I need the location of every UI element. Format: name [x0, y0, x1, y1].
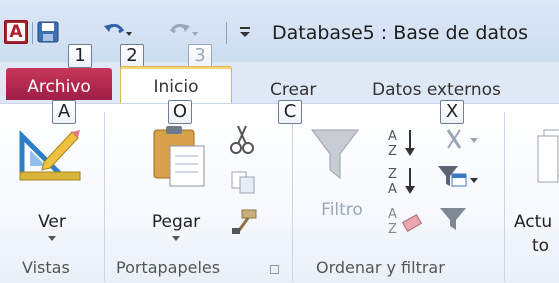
sort-ascending-icon[interactable]: A Z: [386, 126, 426, 162]
tab-archivo[interactable]: Archivo: [6, 68, 112, 100]
tab-datos-externos[interactable]: Datos externos: [372, 74, 501, 104]
group-label-vistas: Vistas: [22, 258, 70, 277]
actualizar-label-1[interactable]: Actu: [514, 212, 552, 232]
keytip-3: 3: [188, 44, 212, 68]
group-separator: [504, 112, 505, 282]
view-icon[interactable]: [18, 126, 84, 186]
keytip-1: 1: [68, 44, 92, 68]
filter-icon[interactable]: [310, 126, 360, 190]
paste-icon[interactable]: [150, 124, 212, 192]
svg-text:A: A: [388, 182, 397, 196]
title-bar: A Database5 : Base de datos 1 2 3: [0, 0, 559, 68]
group-separator: [104, 112, 105, 282]
window-title: Database5 : Base de datos: [272, 22, 528, 44]
ver-button[interactable]: Ver: [28, 212, 76, 232]
sort-descending-icon[interactable]: Z A: [386, 164, 426, 200]
svg-text:A: A: [388, 207, 397, 222]
pegar-dropdown-icon[interactable]: [172, 236, 180, 241]
toggle-filter-icon[interactable]: [438, 204, 468, 236]
tab-crear-label: Crear: [270, 80, 317, 100]
advanced-filter-icon[interactable]: [436, 162, 480, 196]
keytip-crear: C: [278, 100, 302, 124]
qat-separator: [226, 22, 227, 44]
cut-icon[interactable]: [228, 124, 256, 160]
tab-inicio[interactable]: Inicio: [120, 66, 232, 104]
filtro-button[interactable]: Filtro: [314, 200, 370, 220]
save-icon[interactable]: [36, 18, 60, 46]
keytip-inicio: O: [168, 100, 192, 124]
svg-text:Z: Z: [388, 167, 397, 182]
app-access-icon[interactable]: A: [4, 20, 28, 44]
pegar-button[interactable]: Pegar: [144, 212, 208, 232]
group-label-portapapeles: Portapapeles: [116, 258, 221, 277]
group-separator: [292, 112, 293, 282]
copy-icon[interactable]: [230, 170, 258, 198]
selection-icon[interactable]: [438, 126, 482, 160]
keytip-archivo: A: [52, 100, 76, 124]
keytip-datos-externos: X: [440, 100, 464, 124]
customize-qat-icon[interactable]: [236, 18, 256, 46]
portapapeles-dialog-launcher-icon[interactable]: [270, 265, 279, 274]
svg-text:Z: Z: [388, 222, 397, 236]
remove-sort-icon[interactable]: A Z: [386, 204, 426, 240]
tab-datos-externos-label: Datos externos: [372, 80, 501, 100]
redo-icon[interactable]: [168, 18, 200, 46]
undo-icon[interactable]: [102, 18, 134, 46]
actualizar-label-2[interactable]: to: [532, 236, 549, 256]
qat-separator: [32, 22, 33, 44]
svg-text:Z: Z: [388, 144, 397, 158]
ver-dropdown-icon[interactable]: [48, 236, 56, 241]
svg-text:A: A: [388, 129, 397, 144]
format-painter-icon[interactable]: [228, 208, 258, 240]
keytip-2: 2: [120, 44, 144, 68]
group-label-ordenar: Ordenar y filtrar: [316, 258, 445, 277]
refresh-icon[interactable]: [530, 128, 559, 192]
tab-inicio-label: Inicio: [153, 77, 199, 97]
